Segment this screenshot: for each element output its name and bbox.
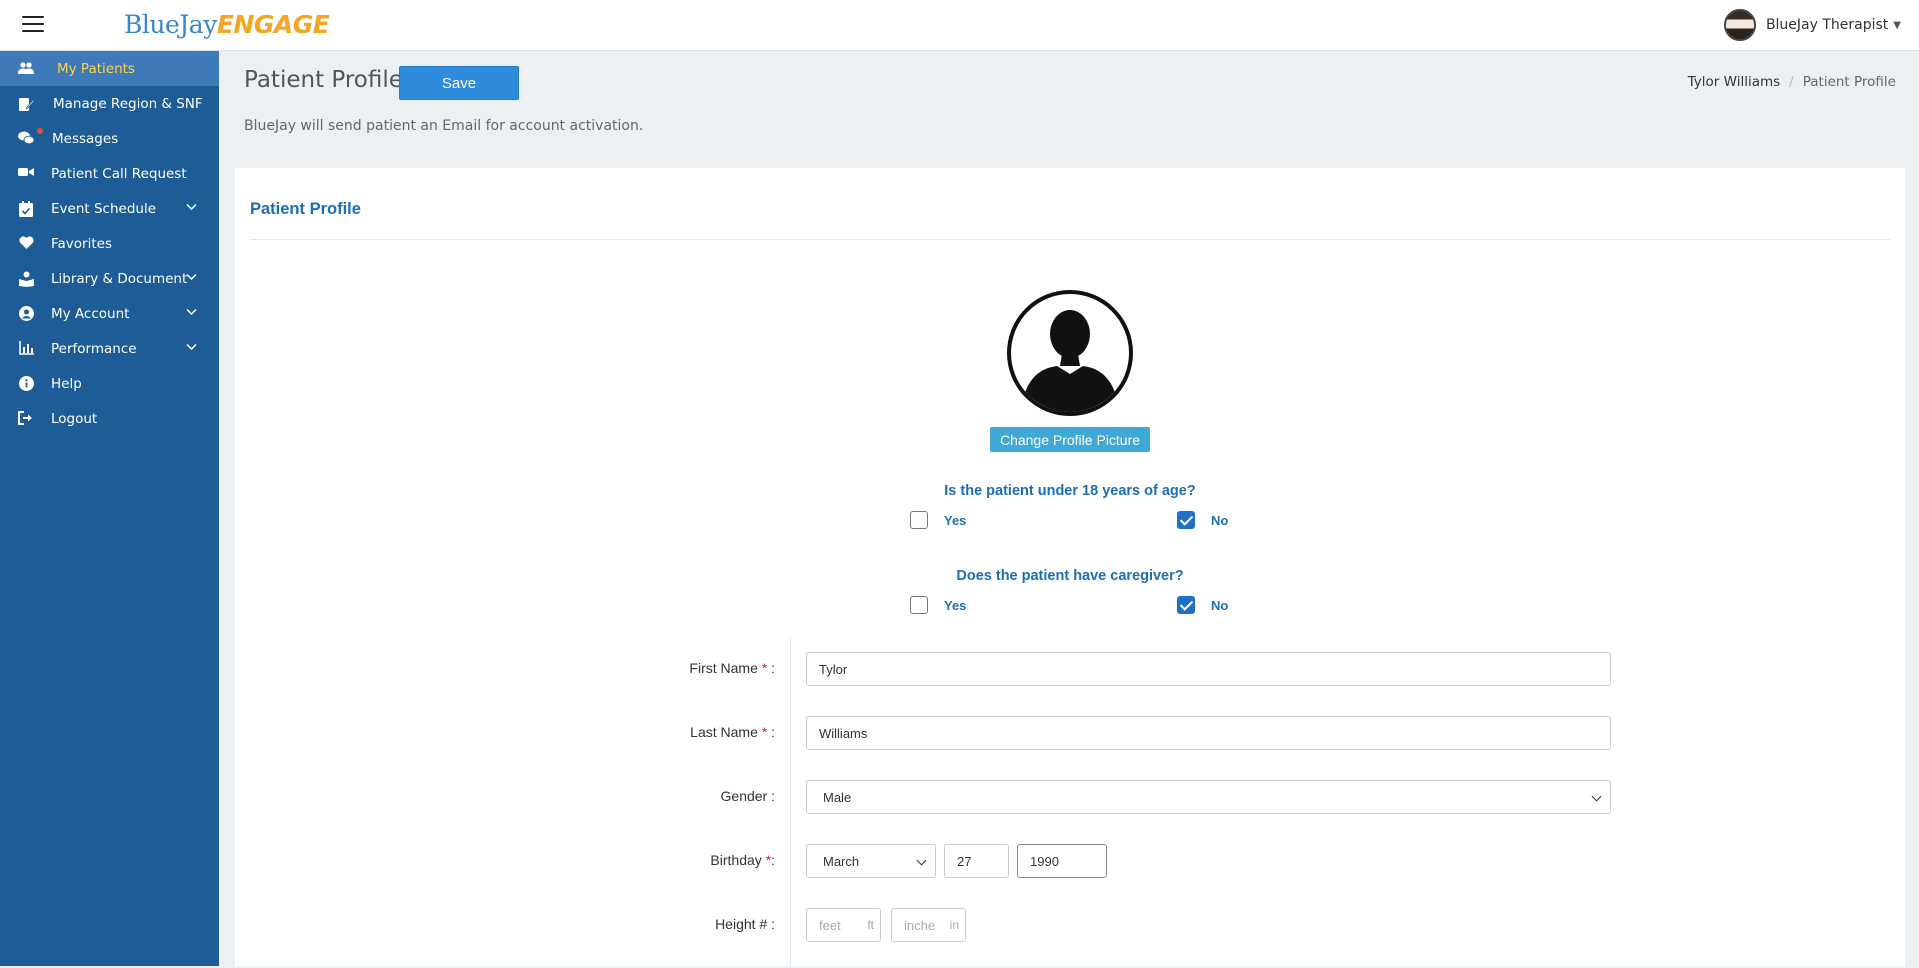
- profile-picture: [1007, 290, 1133, 416]
- top-bar: BlueJayENGAGE BlueJay Therapist ▼: [0, 0, 1919, 51]
- under-18-yes-label: Yes: [944, 513, 967, 528]
- sidebar-item-label: Library & Document: [51, 270, 188, 287]
- sidebar-item-logout[interactable]: Logout: [0, 401, 219, 436]
- breadcrumb-patient-link[interactable]: Tylor Williams: [1688, 74, 1781, 90]
- sidebar-item-label: Event Schedule: [51, 200, 157, 217]
- caregiver-question: Does the patient have caregiver?: [956, 568, 1184, 584]
- info-icon: [18, 376, 34, 392]
- divider: [250, 239, 1890, 240]
- inches-unit-label: in: [949, 918, 959, 932]
- breadcrumb: Tylor Williams / Patient Profile: [1688, 74, 1896, 90]
- sidebar-item-my-account[interactable]: My Account: [0, 296, 219, 331]
- patient-profile-card: Patient Profile Change Profile Picture I…: [235, 168, 1905, 968]
- sidebar-item-my-patients[interactable]: My Patients: [0, 51, 219, 86]
- sidebar-item-help[interactable]: Help: [0, 366, 219, 401]
- birthday-label: Birthday *:: [710, 852, 775, 868]
- sidebar-item-library-document[interactable]: Library & Document: [0, 261, 219, 296]
- sidebar-item-manage-region[interactable]: Manage Region & SNF: [0, 86, 219, 121]
- sidebar-item-label: My Patients: [57, 60, 135, 77]
- under-18-no-checkbox[interactable]: [1177, 511, 1195, 529]
- sidebar-item-label: Favorites: [51, 235, 112, 252]
- height-feet-placeholder: feet: [819, 917, 841, 933]
- hamburger-menu-icon[interactable]: [22, 16, 44, 32]
- sidebar-item-event-schedule[interactable]: Event Schedule: [0, 191, 219, 226]
- sidebar-item-patient-call-request[interactable]: Patient Call Request: [0, 156, 219, 191]
- calendar-check-icon: [18, 201, 34, 217]
- edit-document-icon: [18, 96, 35, 112]
- caregiver-yes-checkbox[interactable]: [910, 596, 928, 614]
- unread-badge: [37, 128, 43, 134]
- activation-note: BlueJay will send patient an Email for a…: [244, 118, 644, 134]
- sidebar-item-label: Messages: [52, 130, 119, 147]
- last-name-field[interactable]: Williams: [806, 716, 1611, 750]
- first-name-label: First Name * :: [689, 660, 775, 676]
- last-name-label: Last Name * :: [690, 724, 775, 740]
- birthday-month-value: March: [823, 853, 860, 869]
- first-name-field[interactable]: Tylor: [806, 652, 1611, 686]
- page-title: Patient Profile: [244, 67, 403, 93]
- caret-down-icon: ▼: [1893, 19, 1901, 31]
- bluejay-engage-logo[interactable]: BlueJayENGAGE: [124, 10, 330, 39]
- sidebar-item-performance[interactable]: Performance: [0, 331, 219, 366]
- video-camera-icon: [18, 166, 34, 182]
- under-18-yes-checkbox[interactable]: [910, 511, 928, 529]
- caregiver-no-checkbox[interactable]: [1177, 596, 1195, 614]
- chevron-down-icon: [186, 306, 197, 319]
- heart-icon: [18, 236, 34, 252]
- caregiver-no-label: No: [1211, 598, 1229, 613]
- gender-select[interactable]: Male: [806, 780, 1611, 814]
- gender-label: Gender :: [720, 788, 775, 804]
- book-reader-icon: [18, 271, 34, 287]
- sidebar-item-label: Logout: [51, 410, 98, 427]
- breadcrumb-separator: /: [1789, 74, 1794, 90]
- user-circle-icon: [18, 306, 34, 322]
- person-silhouette-icon: [1021, 310, 1119, 412]
- sidebar-item-label: My Account: [51, 305, 130, 322]
- sidebar-item-label: Help: [51, 375, 82, 392]
- logout-icon: [18, 411, 34, 427]
- sidebar: My Patients Manage Region & SNF Messages…: [0, 51, 219, 966]
- users-icon: [18, 61, 34, 77]
- user-name: BlueJay Therapist: [1765, 17, 1889, 33]
- logo-suffix: ENGAGE: [216, 10, 330, 39]
- height-label: Height # :: [715, 916, 775, 932]
- user-avatar: [1723, 9, 1756, 41]
- chevron-down-icon: [186, 341, 197, 354]
- gender-selected-value: Male: [823, 789, 852, 805]
- logo-prefix: BlueJay: [124, 10, 217, 39]
- form-divider: [790, 638, 791, 968]
- chevron-down-icon: [186, 271, 197, 284]
- card-title: Patient Profile: [250, 200, 361, 218]
- chevron-down-icon: [186, 201, 197, 214]
- breadcrumb-current: Patient Profile: [1802, 74, 1896, 90]
- birthday-day-field[interactable]: 27: [944, 844, 1009, 878]
- feet-unit-label: ft: [867, 918, 874, 932]
- birthday-year-field[interactable]: 1990: [1017, 844, 1107, 878]
- sidebar-item-favorites[interactable]: Favorites: [0, 226, 219, 261]
- birthday-month-select[interactable]: March: [806, 844, 936, 878]
- height-inches-placeholder: inche: [904, 917, 936, 933]
- height-inches-field[interactable]: inche in: [891, 908, 966, 942]
- change-profile-picture-button[interactable]: Change Profile Picture: [990, 427, 1150, 452]
- sidebar-item-messages[interactable]: Messages: [0, 121, 219, 156]
- bar-chart-icon: [18, 341, 34, 357]
- under-18-question: Is the patient under 18 years of age?: [944, 483, 1196, 499]
- chat-icon: [18, 131, 35, 147]
- user-menu[interactable]: BlueJay Therapist ▼: [1723, 8, 1901, 42]
- save-button[interactable]: Save: [399, 66, 519, 100]
- sidebar-item-label: Manage Region & SNF: [53, 95, 203, 112]
- under-18-no-label: No: [1211, 513, 1229, 528]
- sidebar-item-label: Patient Call Request: [51, 165, 187, 182]
- caregiver-yes-label: Yes: [944, 598, 967, 613]
- sidebar-item-label: Performance: [51, 340, 137, 357]
- height-feet-field[interactable]: feet ft: [806, 908, 881, 942]
